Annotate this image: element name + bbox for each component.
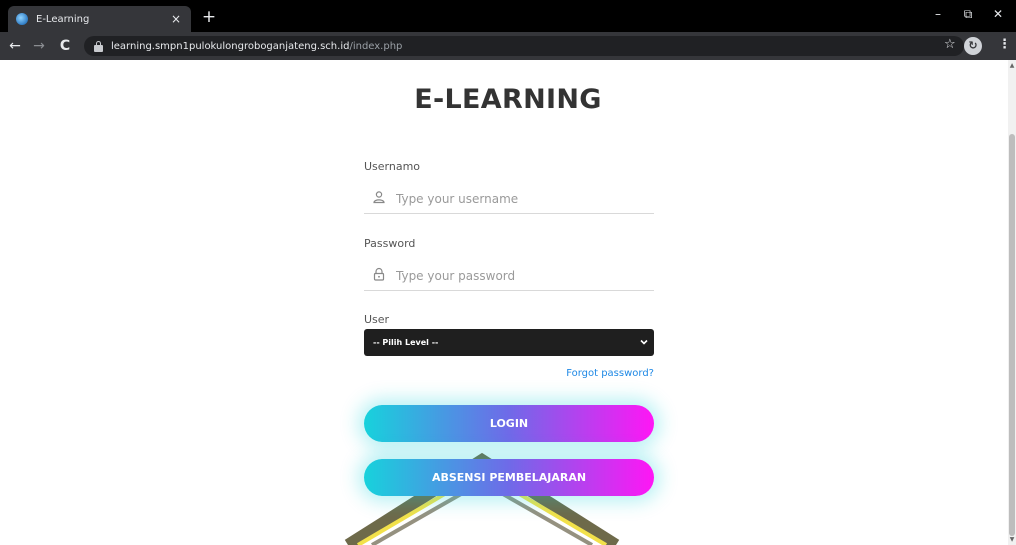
url-host: learning.smpn1pulokulongroboganjateng.sc…: [111, 40, 350, 52]
forward-button[interactable]: →: [30, 37, 48, 55]
page-scrollbar[interactable]: ▲ ▼: [1008, 60, 1016, 545]
extension-icon[interactable]: ↻: [964, 37, 982, 55]
bookmark-star-icon[interactable]: ☆: [944, 37, 956, 52]
reload-button[interactable]: C: [56, 37, 74, 55]
back-button[interactable]: ←: [6, 37, 24, 55]
password-label: Password: [364, 237, 416, 250]
new-tab-button[interactable]: +: [200, 8, 218, 26]
page-title: E-LEARNING: [414, 84, 602, 115]
user-level-label: User: [364, 313, 390, 326]
close-window-button[interactable]: ✕: [988, 7, 1008, 21]
username-label: Usernamo: [364, 160, 421, 173]
tab-close-icon[interactable]: ×: [169, 12, 183, 26]
favicon-icon: [16, 13, 28, 25]
tab-title: E-Learning: [36, 13, 90, 25]
browser-toolbar: ← → C learning.smpn1pulokulongroboganjat…: [0, 32, 1016, 60]
address-bar[interactable]: learning.smpn1pulokulongroboganjateng.sc…: [84, 36, 964, 56]
username-field[interactable]: [364, 184, 654, 214]
user-icon: [373, 191, 385, 204]
lock-icon[interactable]: [94, 40, 103, 52]
username-input[interactable]: [394, 187, 648, 211]
login-button[interactable]: LOGIN: [364, 405, 654, 442]
password-input[interactable]: [394, 264, 648, 288]
password-field[interactable]: [364, 261, 654, 291]
lock-icon: [373, 267, 385, 281]
page-viewport: E-LEARNING Usernamo Password User -- Pil…: [0, 60, 1016, 545]
browser-tab-bar: E-Learning × + – ⧉ ✕: [0, 0, 1016, 32]
chevron-down-icon: [640, 339, 648, 345]
scroll-thumb[interactable]: [1009, 134, 1015, 536]
browser-tab[interactable]: E-Learning ×: [8, 6, 191, 32]
attendance-button[interactable]: ABSENSI PEMBELAJARAN: [364, 459, 654, 496]
scroll-up-icon[interactable]: ▲: [1008, 62, 1016, 70]
user-level-selected: -- Pilih Level --: [373, 338, 439, 347]
restore-button[interactable]: ⧉: [958, 7, 978, 22]
minimize-button[interactable]: –: [928, 7, 948, 21]
forgot-password-link[interactable]: Forgot password?: [566, 368, 654, 379]
url-path: /index.php: [349, 40, 403, 52]
menu-icon[interactable]: ⋮: [998, 37, 1011, 52]
user-level-select[interactable]: -- Pilih Level --: [364, 329, 654, 356]
scroll-down-icon[interactable]: ▼: [1008, 536, 1016, 544]
